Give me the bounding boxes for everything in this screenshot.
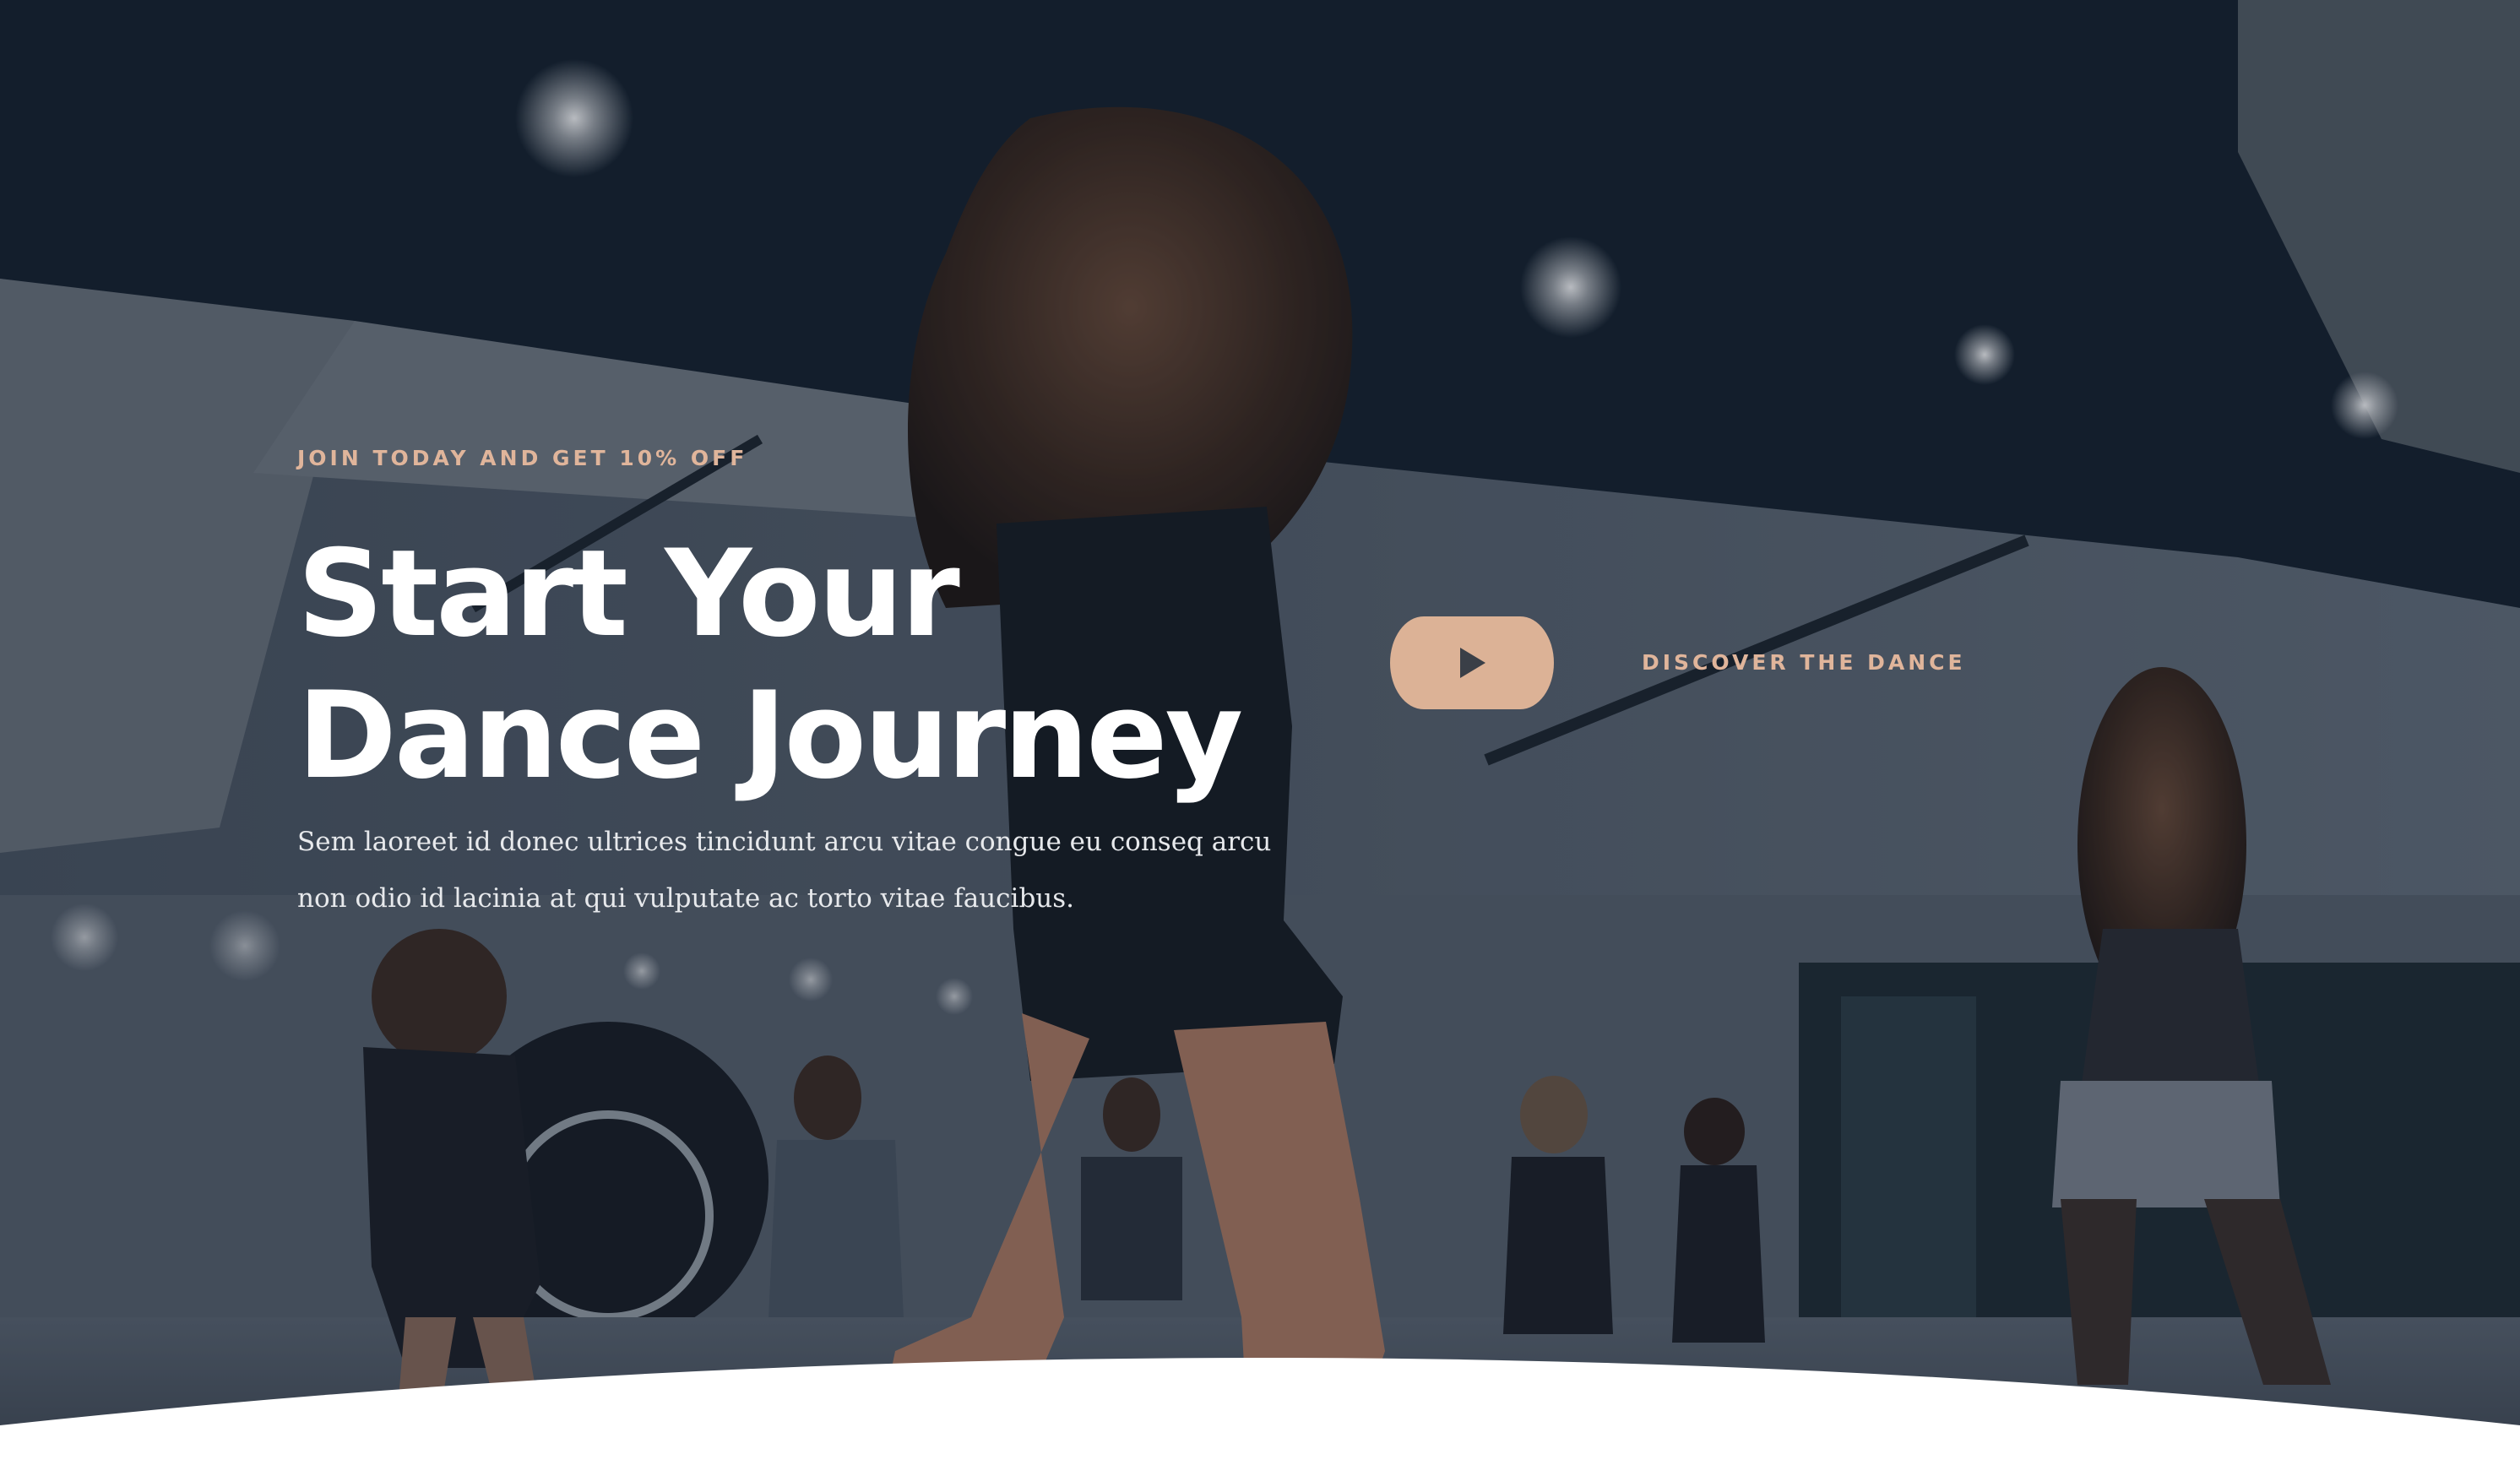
play-icon bbox=[1460, 648, 1485, 678]
bottom-curve-divider bbox=[0, 1358, 2520, 1476]
hero-description: Sem laoreet id donec ultrices tincidunt … bbox=[297, 827, 1272, 914]
promo-eyebrow: JOIN TODAY AND GET 10% OFF bbox=[297, 446, 748, 470]
hero-headline: Start Your Dance Journey bbox=[297, 524, 1243, 807]
play-video-button[interactable] bbox=[1390, 616, 1554, 709]
headline-line-2: Dance Journey bbox=[297, 666, 1243, 806]
headline-line-1: Start Your bbox=[297, 524, 960, 664]
hero-section: JOIN TODAY AND GET 10% OFF Start Your Da… bbox=[0, 0, 2520, 1476]
discover-the-dance-link[interactable]: DISCOVER THE DANCE bbox=[1642, 650, 1966, 675]
